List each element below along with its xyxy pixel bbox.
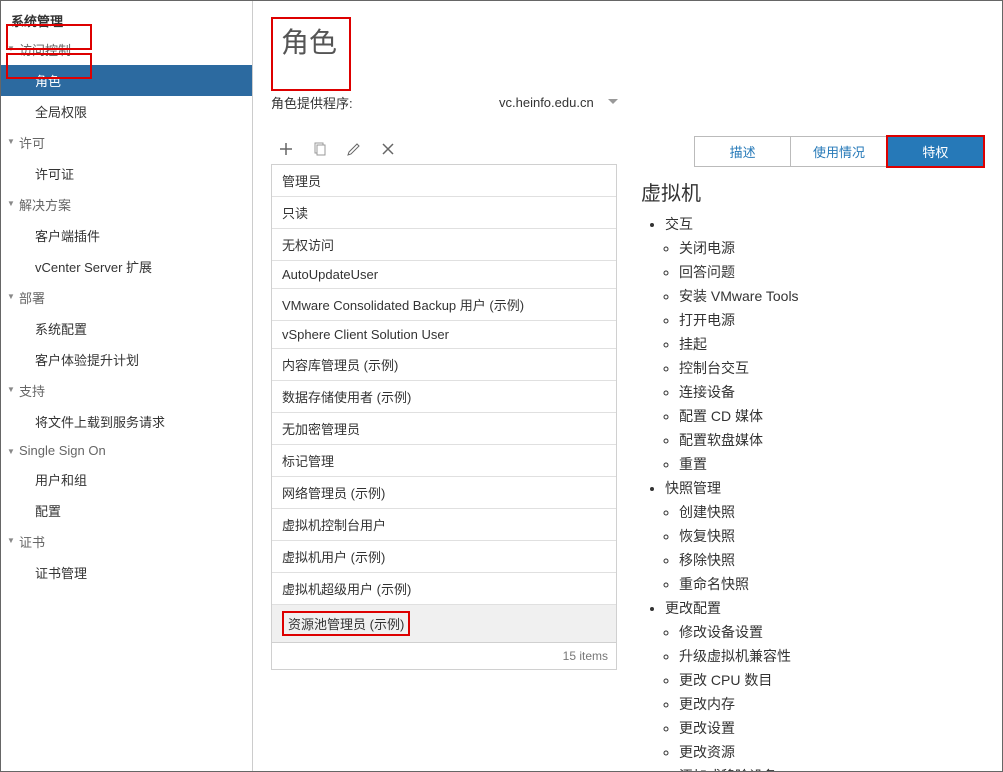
priv-item: 更改资源	[679, 740, 984, 764]
roles-footer: 15 items	[271, 643, 617, 670]
role-item[interactable]: 管理员	[272, 165, 616, 197]
priv-item: 升级虚拟机兼容性	[679, 644, 984, 668]
nav-group-title[interactable]: 许可	[1, 127, 252, 158]
role-item[interactable]: 无权访问	[272, 229, 616, 261]
tabs: 描述使用情况特权	[694, 136, 984, 167]
roles-panel: 管理员只读无权访问AutoUpdateUserVMware Consolidat…	[271, 136, 617, 670]
nav-item[interactable]: 证书管理	[1, 557, 252, 588]
roles-toolbar	[271, 136, 617, 162]
priv-item: 创建快照	[679, 500, 984, 524]
nav-group-title[interactable]: 支持	[1, 375, 252, 406]
role-item[interactable]: 只读	[272, 197, 616, 229]
priv-item: 配置软盘媒体	[679, 428, 984, 452]
tab[interactable]: 特权	[888, 137, 983, 166]
priv-item: 配置 CD 媒体	[679, 404, 984, 428]
role-item[interactable]: 内容库管理员 (示例)	[272, 349, 616, 381]
provider-row: 角色提供程序: vc.heinfo.edu.cn	[271, 91, 984, 114]
priv-item: 修改设备设置	[679, 620, 984, 644]
nav-item[interactable]: 客户体验提升计划	[1, 344, 252, 375]
sidebar-header: 系统管理	[1, 7, 252, 34]
role-item[interactable]: vSphere Client Solution User	[272, 321, 616, 349]
priv-item: 恢复快照	[679, 524, 984, 548]
role-item[interactable]: 虚拟机控制台用户	[272, 509, 616, 541]
priv-item: 移除快照	[679, 548, 984, 572]
priv-item: 打开电源	[679, 308, 984, 332]
tab[interactable]: 使用情况	[791, 137, 887, 166]
edit-icon[interactable]	[345, 140, 363, 158]
role-item[interactable]: AutoUpdateUser	[272, 261, 616, 289]
role-item[interactable]: 无加密管理员	[272, 413, 616, 445]
copy-icon[interactable]	[311, 140, 329, 158]
roles-list: 管理员只读无权访问AutoUpdateUserVMware Consolidat…	[271, 164, 617, 643]
highlight-box-title: 角色	[271, 17, 351, 91]
priv-item: 重置	[679, 452, 984, 476]
nav-group-title[interactable]: 部署	[1, 282, 252, 313]
priv-item: 更改内存	[679, 692, 984, 716]
role-item[interactable]: 虚拟机超级用户 (示例)	[272, 573, 616, 605]
role-item[interactable]: 网络管理员 (示例)	[272, 477, 616, 509]
page-title: 角色	[273, 19, 349, 63]
nav-item[interactable]: 将文件上载到服务请求	[1, 406, 252, 437]
priv-group: 快照管理	[665, 476, 984, 500]
role-item[interactable]: 虚拟机用户 (示例)	[272, 541, 616, 573]
provider-label: 角色提供程序:	[271, 93, 495, 112]
priv-group: 交互	[665, 212, 984, 236]
nav-group-title[interactable]: Single Sign On	[1, 437, 252, 464]
nav-group-title[interactable]: 解决方案	[1, 189, 252, 220]
nav-groups: 访问控制角色全局权限许可许可证解决方案客户端插件vCenter Server 扩…	[1, 34, 252, 588]
nav-item[interactable]: 全局权限	[1, 96, 252, 127]
provider-select[interactable]: vc.heinfo.edu.cn	[495, 91, 624, 114]
nav-group-title[interactable]: 证书	[1, 526, 252, 557]
main-content: 角色 角色提供程序: vc.heinfo.edu.cn	[253, 1, 1002, 771]
nav-group-title[interactable]: 访问控制	[1, 34, 252, 65]
priv-item: 连接设备	[679, 380, 984, 404]
priv-item: 重命名快照	[679, 572, 984, 596]
nav-item[interactable]: 用户和组	[1, 464, 252, 495]
nav-item[interactable]: 许可证	[1, 158, 252, 189]
role-item[interactable]: 资源池管理员 (示例)	[272, 605, 616, 642]
details-panel: 描述使用情况特权 虚拟机 交互关闭电源回答问题安装 VMware Tools打开…	[633, 136, 984, 771]
nav-item[interactable]: vCenter Server 扩展	[1, 251, 252, 282]
sidebar: 系统管理 访问控制角色全局权限许可许可证解决方案客户端插件vCenter Ser…	[1, 1, 253, 771]
priv-item: 更改设置	[679, 716, 984, 740]
tab[interactable]: 描述	[695, 137, 791, 166]
highlight-box-selected-role: 资源池管理员 (示例)	[282, 611, 410, 636]
priv-item: 挂起	[679, 332, 984, 356]
priv-group: 更改配置	[665, 596, 984, 620]
nav-item[interactable]: 配置	[1, 495, 252, 526]
nav-item[interactable]: 系统配置	[1, 313, 252, 344]
priv-item: 添加或移除设备	[679, 764, 984, 771]
priv-root-label: 虚拟机	[641, 177, 984, 206]
nav-item[interactable]: 角色	[1, 65, 252, 96]
nav-item[interactable]: 客户端插件	[1, 220, 252, 251]
delete-icon[interactable]	[379, 140, 397, 158]
priv-item: 安装 VMware Tools	[679, 284, 984, 308]
priv-item: 关闭电源	[679, 236, 984, 260]
role-item[interactable]: 标记管理	[272, 445, 616, 477]
priv-item: 控制台交互	[679, 356, 984, 380]
privileges-tree: 虚拟机 交互关闭电源回答问题安装 VMware Tools打开电源挂起控制台交互…	[633, 177, 984, 771]
priv-item: 更改 CPU 数目	[679, 668, 984, 692]
role-item[interactable]: 数据存储使用者 (示例)	[272, 381, 616, 413]
priv-item: 回答问题	[679, 260, 984, 284]
role-item[interactable]: VMware Consolidated Backup 用户 (示例)	[272, 289, 616, 321]
add-icon[interactable]	[277, 140, 295, 158]
